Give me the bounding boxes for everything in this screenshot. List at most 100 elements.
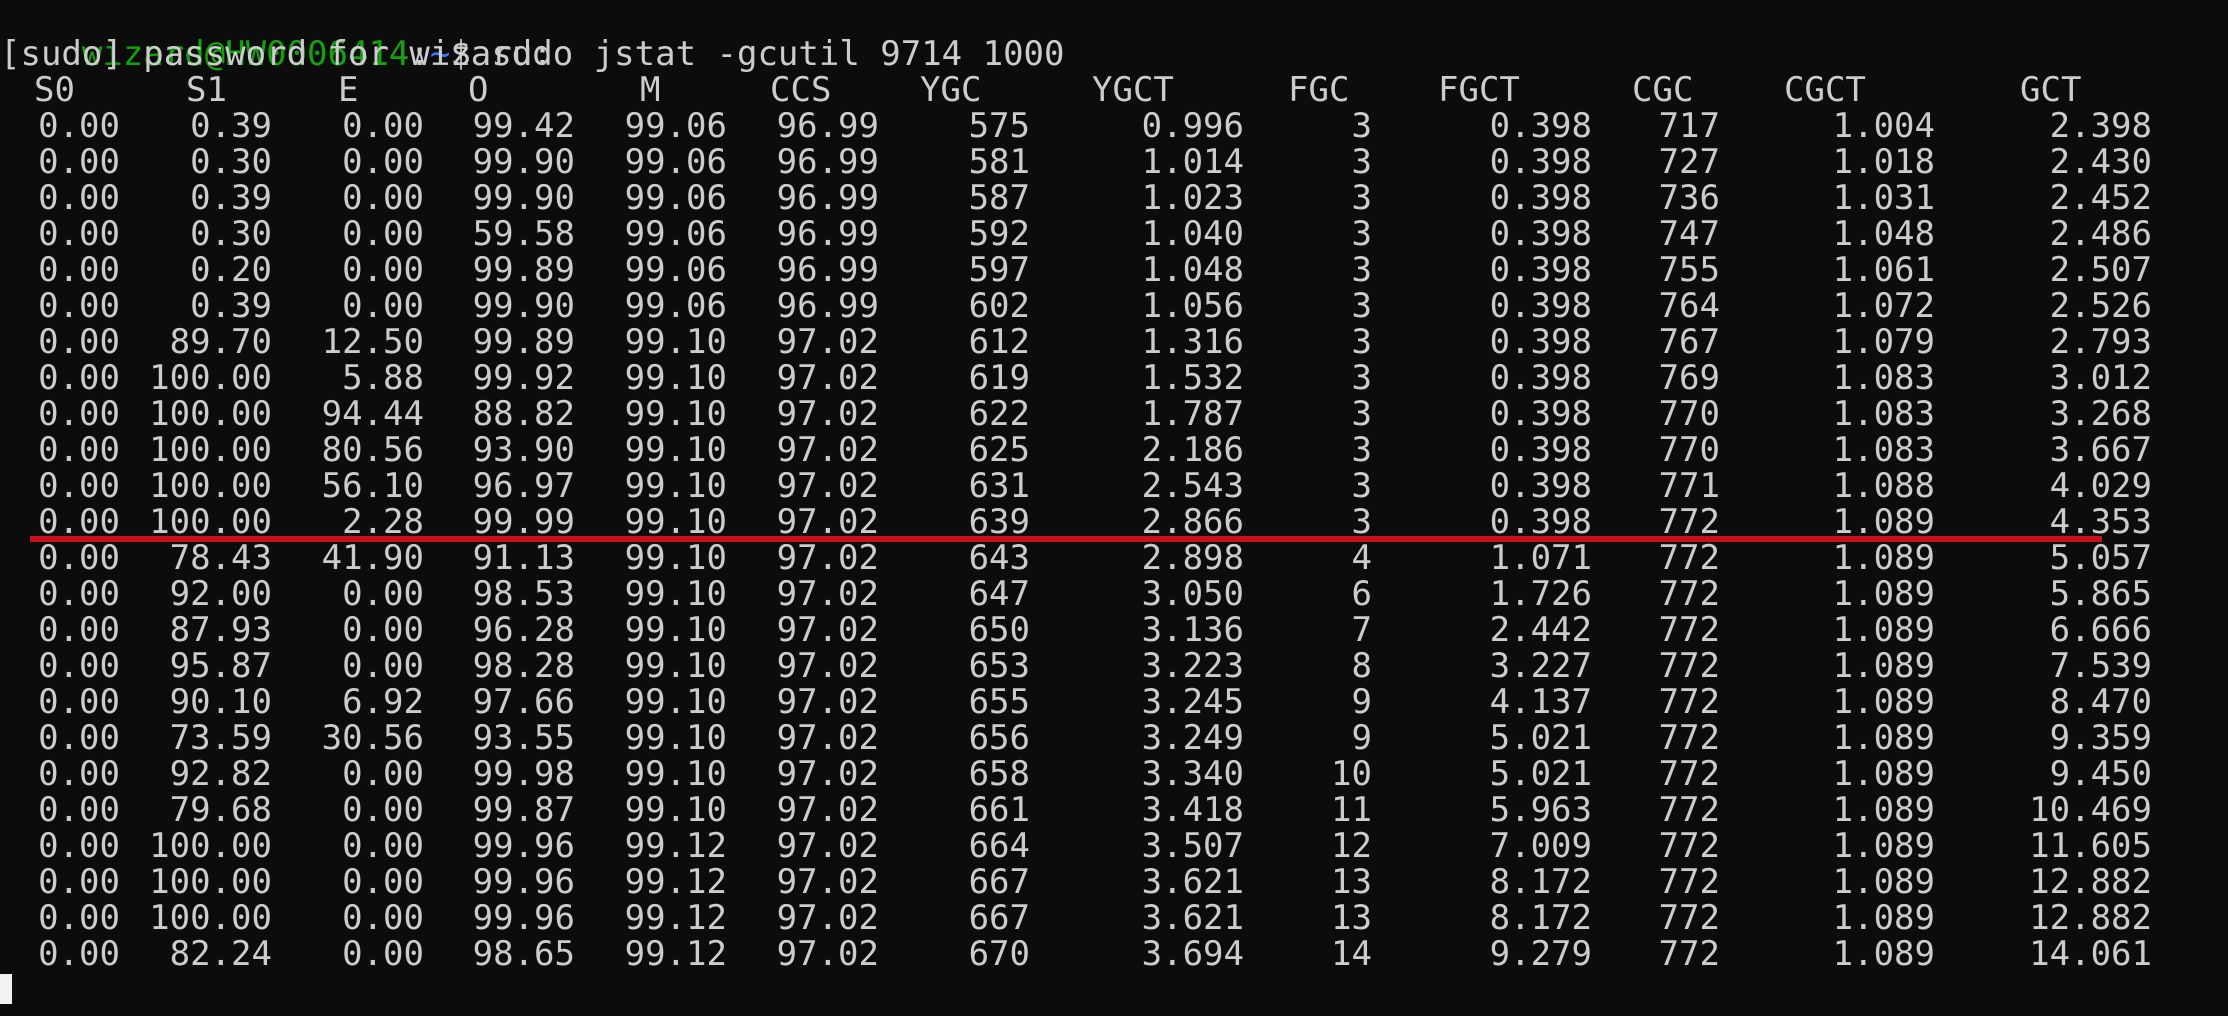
- cell-o: 99.87: [472, 790, 575, 830]
- cell-s0: 0.00: [38, 502, 120, 542]
- cell-ygct: 1.787: [1141, 394, 1244, 434]
- cell-ygc: 667: [968, 862, 1030, 902]
- cell-cgc: 764: [1658, 286, 1720, 326]
- cell-e: 30.56: [321, 718, 424, 758]
- cell-gct: 5.057: [2049, 538, 2152, 578]
- cell-s1: 73.59: [169, 718, 272, 758]
- cell-cgc: 772: [1658, 574, 1720, 614]
- cell-ygc: 602: [968, 286, 1030, 326]
- cell-s0: 0.00: [38, 898, 120, 938]
- cell-s1: 95.87: [169, 646, 272, 686]
- cell-ygc: 661: [968, 790, 1030, 830]
- cell-s1: 87.93: [169, 610, 272, 650]
- cell-m: 99.12: [624, 934, 727, 974]
- cell-fgct: 3.227: [1489, 646, 1592, 686]
- cell-e: 0.00: [342, 862, 424, 902]
- cell-fgc: 6: [1351, 574, 1372, 614]
- cell-s0: 0.00: [38, 142, 120, 182]
- cell-ygct: 3.050: [1141, 574, 1244, 614]
- cell-ccs: 97.02: [776, 826, 879, 866]
- cell-e: 12.50: [321, 322, 424, 362]
- cell-e: 0.00: [342, 214, 424, 254]
- terminal-cursor: [0, 974, 12, 1004]
- cell-ygc: 581: [968, 142, 1030, 182]
- cell-ccs: 96.99: [776, 286, 879, 326]
- cell-fgct: 5.963: [1489, 790, 1592, 830]
- cell-ccs: 97.02: [776, 394, 879, 434]
- cell-s0: 0.00: [38, 574, 120, 614]
- cell-fgc: 3: [1351, 322, 1372, 362]
- cell-ygct: 1.048: [1141, 250, 1244, 290]
- cell-cgc: 772: [1658, 790, 1720, 830]
- cell-o: 98.65: [472, 934, 575, 974]
- cell-fgct: 1.071: [1489, 538, 1592, 578]
- cell-s0: 0.00: [38, 826, 120, 866]
- cell-ygc: 597: [968, 250, 1030, 290]
- cell-cgct: 1.031: [1832, 178, 1935, 218]
- cell-m: 99.10: [624, 790, 727, 830]
- cell-cgct: 1.089: [1832, 826, 1935, 866]
- cell-m: 99.06: [624, 250, 727, 290]
- cell-fgct: 7.009: [1489, 826, 1592, 866]
- terminal-window[interactable]: wizard@HW0006414:~$ sudo jstat -gcutil 9…: [0, 0, 2228, 1016]
- cell-s0: 0.00: [38, 430, 120, 470]
- cell-s1: 0.39: [190, 286, 272, 326]
- cell-ygc: 625: [968, 430, 1030, 470]
- command-prompt-line: wizard@HW0006414:~$ sudo jstat -gcutil 9…: [0, 0, 1065, 72]
- cell-cgct: 1.089: [1832, 934, 1935, 974]
- cell-cgct: 1.088: [1832, 466, 1935, 506]
- cell-s1: 78.43: [169, 538, 272, 578]
- cell-ygct: 3.621: [1141, 898, 1244, 938]
- column-header-m: M: [640, 70, 661, 110]
- column-header-ccs: CCS: [770, 70, 832, 110]
- cell-cgc: 772: [1658, 934, 1720, 974]
- table-row: 0.00 100.00 2.28 99.99 99.10 97.02 639 2.866 3 0.…: [0, 504, 2228, 540]
- cell-ygct: 2.186: [1141, 430, 1244, 470]
- cell-s0: 0.00: [38, 178, 120, 218]
- cell-e: 0.00: [342, 754, 424, 794]
- table-row: 0.00 79.68 0.00 99.87 99.10 97.02 661 3.418 11 5.…: [0, 792, 2228, 828]
- cell-ygc: 647: [968, 574, 1030, 614]
- column-header-cgc: CGC: [1632, 70, 1694, 110]
- cell-o: 91.13: [472, 538, 575, 578]
- cell-cgc: 736: [1658, 178, 1720, 218]
- cell-s1: 100.00: [149, 358, 272, 398]
- cell-m: 99.10: [624, 322, 727, 362]
- cell-cgc: 770: [1658, 430, 1720, 470]
- cell-gct: 2.507: [2049, 250, 2152, 290]
- cell-ygc: 575: [968, 106, 1030, 146]
- cell-m: 99.12: [624, 898, 727, 938]
- table-row: 0.00 100.00 80.56 93.90 99.10 97.02 625 2.186 3 0…: [0, 432, 2228, 468]
- cell-ccs: 96.99: [776, 142, 879, 182]
- cell-e: 5.88: [342, 358, 424, 398]
- cell-ygc: 658: [968, 754, 1030, 794]
- cell-fgc: 3: [1351, 250, 1372, 290]
- cell-cgct: 1.083: [1832, 394, 1935, 434]
- cell-o: 98.28: [472, 646, 575, 686]
- cell-s0: 0.00: [38, 214, 120, 254]
- cell-o: 99.89: [472, 250, 575, 290]
- cell-fgct: 0.398: [1489, 178, 1592, 218]
- cell-m: 99.10: [624, 430, 727, 470]
- cell-gct: 2.526: [2049, 286, 2152, 326]
- cell-fgc: 3: [1351, 286, 1372, 326]
- cell-s0: 0.00: [38, 610, 120, 650]
- cell-ygc: 622: [968, 394, 1030, 434]
- cell-m: 99.10: [624, 718, 727, 758]
- cell-cgct: 1.089: [1832, 898, 1935, 938]
- cell-fgc: 3: [1351, 214, 1372, 254]
- cell-ygc: 650: [968, 610, 1030, 650]
- cell-gct: 4.353: [2049, 502, 2152, 542]
- cell-m: 99.10: [624, 610, 727, 650]
- cell-m: 99.06: [624, 142, 727, 182]
- cell-m: 99.10: [624, 394, 727, 434]
- cell-s0: 0.00: [38, 718, 120, 758]
- cell-s1: 100.00: [149, 826, 272, 866]
- cell-gct: 4.029: [2049, 466, 2152, 506]
- cell-m: 99.10: [624, 682, 727, 722]
- cell-s0: 0.00: [38, 394, 120, 434]
- cell-e: 94.44: [321, 394, 424, 434]
- command-text: sudo jstat -gcutil 9714 1000: [491, 34, 1065, 74]
- cell-m: 99.10: [624, 466, 727, 506]
- cell-s1: 0.20: [190, 250, 272, 290]
